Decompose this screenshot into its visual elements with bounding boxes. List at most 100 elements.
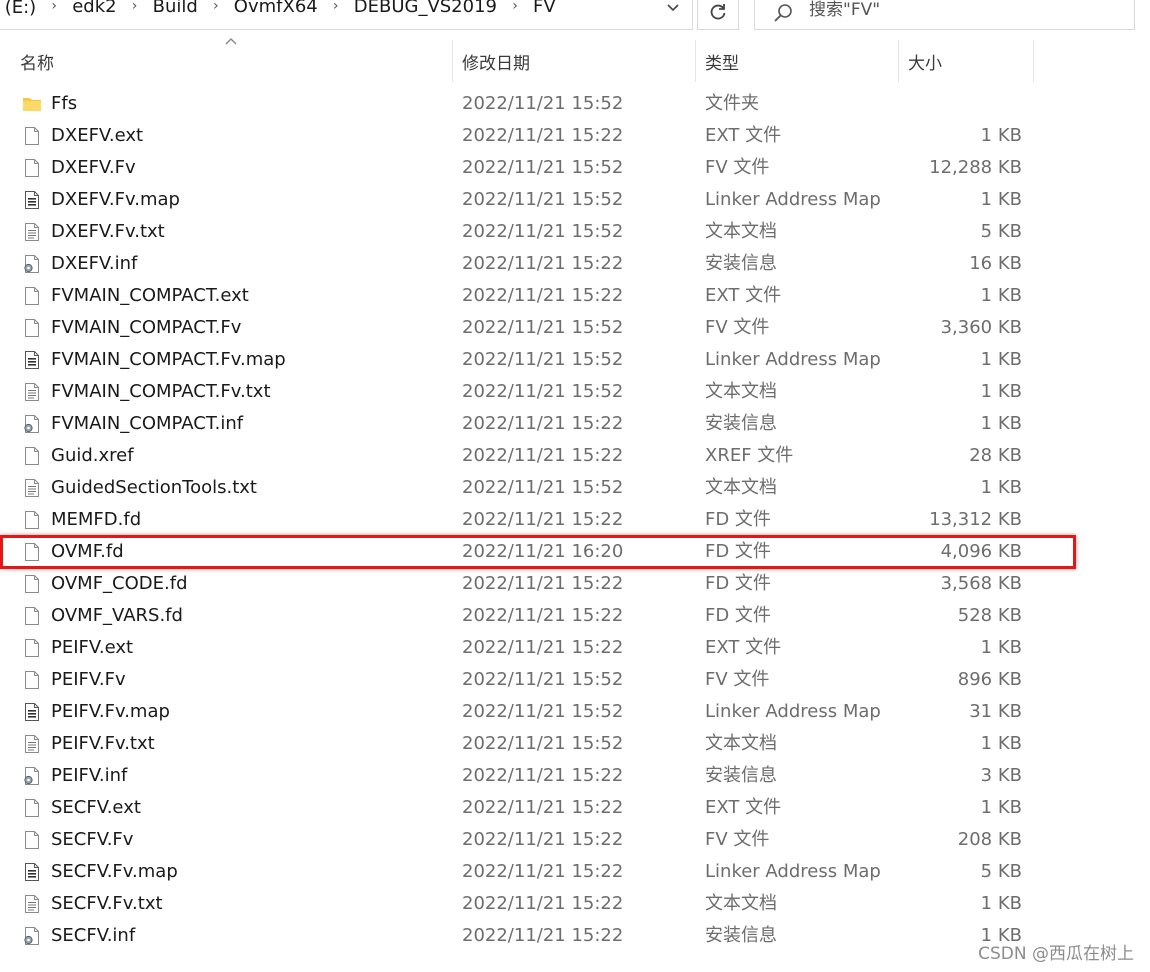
table-row[interactable]: FVMAIN_COMPACT.inf 2022/11/21 15:22 安装信息 1 …	[0, 408, 1150, 440]
file-date: 2022/11/21 15:22	[462, 413, 624, 434]
table-row[interactable]: DXEFV.Fv 2022/11/21 15:52 FV 文件 12,288 KB	[0, 152, 1150, 184]
text-file-icon	[22, 894, 42, 914]
file-date: 2022/11/21 15:22	[462, 509, 624, 530]
table-row[interactable]: Guid.xref 2022/11/21 15:22 XREF 文件 28 KB	[0, 440, 1150, 472]
file-size: 1 KB	[980, 381, 1022, 402]
column-header: 名称 修改日期 类型 大小	[0, 38, 1150, 82]
highlight-box	[0, 535, 1076, 569]
column-header-type[interactable]: 类型	[705, 40, 895, 82]
breadcrumb: 卷 (E:) › edk2 › Build › OvmfX64 › DEBUG_…	[0, 0, 560, 20]
file-type: 文本文档	[705, 733, 777, 754]
file-size: 1 KB	[980, 413, 1022, 434]
table-row[interactable]: FVMAIN_COMPACT.ext 2022/11/21 15:22 EXT 文件…	[0, 280, 1150, 312]
chevron-right-icon[interactable]: ›	[202, 0, 230, 14]
file-type: FD 文件	[705, 509, 771, 530]
file-date: 2022/11/21 15:52	[462, 381, 624, 402]
file-icon	[22, 318, 42, 338]
search-icon	[774, 4, 792, 22]
file-date: 2022/11/21 15:22	[462, 765, 624, 786]
table-row[interactable]: PEIFV.ext 2022/11/21 15:22 EXT 文件 1 KB	[0, 632, 1150, 664]
table-row[interactable]: PEIFV.inf 2022/11/21 15:22 安装信息 3 KB	[0, 760, 1150, 792]
table-row[interactable]: PEIFV.Fv.map 2022/11/21 15:52 Linker Addre…	[0, 696, 1150, 728]
breadcrumb-item-drive[interactable]: 卷 (E:)	[0, 0, 40, 19]
file-size: 528 KB	[957, 605, 1022, 626]
address-history-dropdown[interactable]	[657, 0, 689, 21]
file-name: SECFV.ext	[51, 797, 141, 818]
text-file-icon	[22, 382, 42, 402]
column-header-date[interactable]: 修改日期	[462, 40, 692, 82]
text-file-icon	[22, 734, 42, 754]
file-name: SECFV.Fv.map	[51, 861, 178, 882]
table-row[interactable]: PEIFV.Fv 2022/11/21 15:52 FV 文件 896 KB	[0, 664, 1150, 696]
column-header-name[interactable]: 名称	[20, 40, 450, 82]
search-box[interactable]	[754, 0, 1135, 30]
file-size: 3,360 KB	[940, 317, 1022, 338]
file-date: 2022/11/21 15:22	[462, 893, 624, 914]
table-row[interactable]: SECFV.Fv.map 2022/11/21 15:22 Linker Addre…	[0, 856, 1150, 888]
navigation-bar: 卷 (E:) › edk2 › Build › OvmfX64 › DEBUG_…	[0, 0, 1150, 32]
file-type: 文本文档	[705, 477, 777, 498]
breadcrumb-item-debug-vs2019[interactable]: DEBUG_VS2019	[350, 0, 501, 17]
file-date: 2022/11/21 15:22	[462, 829, 624, 850]
chevron-right-icon[interactable]: ›	[322, 0, 350, 14]
file-size: 1 KB	[980, 125, 1022, 146]
text-file-icon	[22, 222, 42, 242]
file-type: EXT 文件	[705, 125, 782, 146]
file-size: 5 KB	[980, 221, 1022, 242]
table-row[interactable]: DXEFV.Fv.txt 2022/11/21 15:52 文本文档 5 KB	[0, 216, 1150, 248]
column-header-size[interactable]: 大小	[908, 40, 1032, 82]
file-date: 2022/11/21 15:52	[462, 701, 624, 722]
address-bar[interactable]: 卷 (E:) › edk2 › Build › OvmfX64 › DEBUG_…	[0, 0, 693, 30]
file-type: XREF 文件	[705, 445, 794, 466]
chevron-right-icon[interactable]: ›	[501, 0, 529, 14]
table-row[interactable]: Ffs 2022/11/21 15:52 文件夹	[0, 88, 1150, 120]
table-row[interactable]: PEIFV.Fv.txt 2022/11/21 15:52 文本文档 1 KB	[0, 728, 1150, 760]
file-name: PEIFV.Fv.map	[51, 701, 170, 722]
file-type: 安装信息	[705, 413, 777, 434]
table-row[interactable]: DXEFV.inf 2022/11/21 15:22 安装信息 16 KB	[0, 248, 1150, 280]
inf-file-icon	[22, 766, 42, 786]
file-size: 16 KB	[969, 253, 1022, 274]
table-row[interactable]: FVMAIN_COMPACT.Fv.txt 2022/11/21 15:52 文本文…	[0, 376, 1150, 408]
file-size: 1 KB	[980, 797, 1022, 818]
file-name: SECFV.inf	[51, 925, 136, 946]
table-row[interactable]: FVMAIN_COMPACT.Fv.map 2022/11/21 15:52 Lin…	[0, 344, 1150, 376]
table-row[interactable]: GuidedSectionTools.txt 2022/11/21 15:52 文本…	[0, 472, 1150, 504]
chevron-right-icon[interactable]: ›	[121, 0, 149, 14]
search-input[interactable]	[809, 0, 1109, 21]
table-row[interactable]: MEMFD.fd 2022/11/21 15:22 FD 文件 13,312 KB	[0, 504, 1150, 536]
table-row[interactable]: OVMF_CODE.fd 2022/11/21 15:22 FD 文件 3,568 K…	[0, 568, 1150, 600]
file-icon	[22, 638, 42, 658]
chevron-down-icon	[667, 4, 679, 12]
table-row[interactable]: DXEFV.ext 2022/11/21 15:22 EXT 文件 1 KB	[0, 120, 1150, 152]
file-date: 2022/11/21 15:22	[462, 445, 624, 466]
file-name: SECFV.Fv	[51, 829, 134, 850]
breadcrumb-item-build[interactable]: Build	[149, 0, 202, 17]
table-row[interactable]: DXEFV.Fv.map 2022/11/21 15:52 Linker Addre…	[0, 184, 1150, 216]
chevron-right-icon[interactable]: ›	[40, 0, 68, 14]
breadcrumb-item-edk2[interactable]: edk2	[68, 0, 120, 17]
breadcrumb-item-fv[interactable]: FV	[529, 0, 560, 17]
column-divider[interactable]	[898, 40, 899, 82]
file-size: 208 KB	[957, 829, 1022, 850]
table-row[interactable]: OVMF_VARS.fd 2022/11/21 15:22 FD 文件 528 KB	[0, 600, 1150, 632]
file-name: FVMAIN_COMPACT.inf	[51, 413, 244, 434]
file-type: FV 文件	[705, 157, 770, 178]
table-row[interactable]: FVMAIN_COMPACT.Fv 2022/11/21 15:52 FV 文件 3,…	[0, 312, 1150, 344]
refresh-button[interactable]	[697, 0, 739, 30]
file-type: 安装信息	[705, 765, 777, 786]
file-date: 2022/11/21 15:22	[462, 925, 624, 946]
table-row[interactable]: SECFV.ext 2022/11/21 15:22 EXT 文件 1 KB	[0, 792, 1150, 824]
file-name: PEIFV.Fv.txt	[51, 733, 155, 754]
file-date: 2022/11/21 15:22	[462, 797, 624, 818]
file-size: 5 KB	[980, 861, 1022, 882]
table-row[interactable]: SECFV.Fv 2022/11/21 15:22 FV 文件 208 KB	[0, 824, 1150, 856]
file-type: Linker Address Map	[705, 189, 881, 210]
table-row[interactable]: SECFV.Fv.txt 2022/11/21 15:22 文本文档 1 KB	[0, 888, 1150, 920]
file-type: FV 文件	[705, 829, 770, 850]
column-divider[interactable]	[1033, 40, 1034, 82]
column-divider[interactable]	[695, 40, 696, 82]
file-size: 28 KB	[969, 445, 1022, 466]
breadcrumb-item-ovmfx64[interactable]: OvmfX64	[230, 0, 322, 17]
column-divider[interactable]	[452, 40, 453, 82]
